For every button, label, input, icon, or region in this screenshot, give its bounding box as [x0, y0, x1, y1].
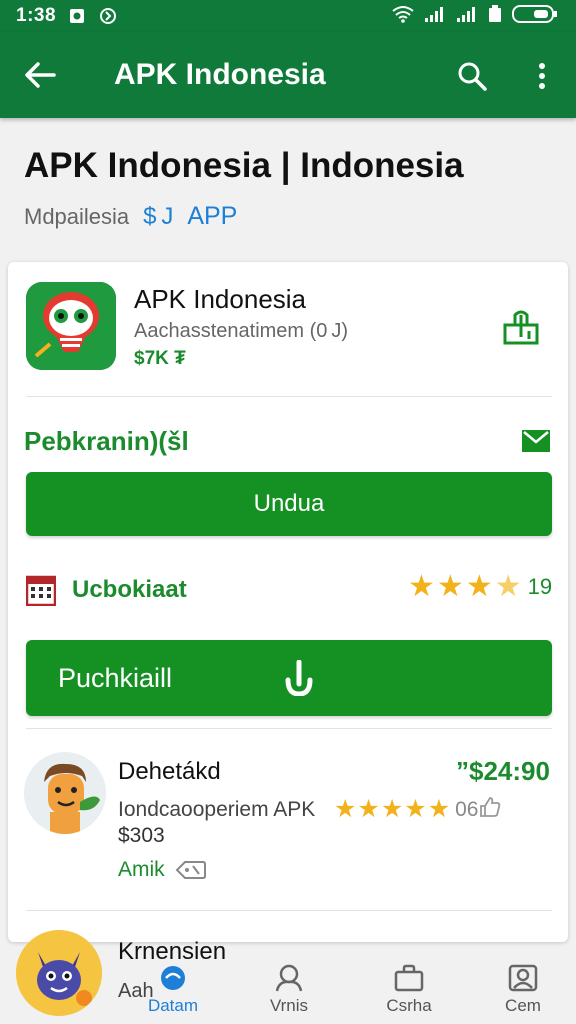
back-button[interactable] [0, 32, 80, 118]
review-stars: ★ ★ ★ ★ ★ 06 [334, 796, 501, 823]
wifi-icon [392, 5, 414, 28]
signal-icon [424, 5, 446, 28]
home-icon [161, 966, 185, 990]
download-button[interactable]: Undua [26, 472, 552, 536]
share-button[interactable] [498, 304, 544, 350]
review-amount: $303 [118, 824, 165, 847]
star-icon: ★ [465, 570, 493, 603]
app-link[interactable]: APP [187, 202, 237, 231]
bag-icon [394, 964, 424, 992]
download-arrow-icon [282, 658, 316, 698]
app-developer: Aachasstenatimem (0 J) [134, 320, 349, 342]
star-half-icon: ★ [494, 570, 522, 603]
nav-label-profile: Cem [505, 996, 541, 1015]
person-icon [275, 964, 303, 992]
thumbs-up-icon[interactable] [479, 796, 501, 823]
star-icon: ★ [436, 570, 464, 603]
status-time: 1:38 [16, 5, 57, 26]
share-icon [503, 310, 539, 345]
battery-icon [512, 4, 558, 29]
star-icon: ★ [380, 795, 404, 823]
signal-icon-2 [456, 5, 478, 28]
review-price: ”$24:90 [456, 756, 550, 786]
app-price: $7K ₮ [134, 348, 186, 369]
message-button[interactable] [518, 426, 554, 456]
star-icon: ★ [408, 570, 435, 603]
profile-icon [508, 964, 538, 992]
star-icon: ★ [427, 795, 451, 823]
search-icon [458, 62, 487, 91]
review-action-label: Amik [118, 858, 165, 881]
page-subtitle-row: Mdpailesia $ J APP [24, 202, 237, 231]
search-button[interactable] [450, 54, 494, 98]
star-icon: ★ [404, 795, 427, 823]
nav-item-person[interactable]: Vrnis [244, 956, 334, 1024]
install-button[interactable]: Puchkiaill [26, 640, 552, 716]
nav-item-bag[interactable]: Csrha [364, 956, 454, 1024]
nav-label-home: Datam [147, 996, 199, 1015]
sim-icon [488, 4, 502, 28]
card-divider [26, 728, 552, 729]
app-bar: APK Indonesia [0, 32, 576, 118]
review-count: 06 [455, 797, 479, 821]
card-divider [26, 910, 552, 911]
status-bar: 1:38 [0, 0, 576, 32]
update-label: Ucbokiaat [72, 576, 187, 603]
app-icon[interactable] [26, 282, 116, 370]
app-logo-icon [26, 282, 116, 370]
nav-label-bag: Csrha [386, 996, 432, 1015]
tag-icon [175, 861, 206, 879]
app-name: APK Indonesia [134, 284, 307, 314]
star-icon: ★ [357, 795, 380, 823]
nav-label-person: Vrnis [269, 996, 309, 1015]
page-title: APK Indonesia | Indonesia [24, 146, 464, 185]
sync-icon [98, 7, 118, 25]
card-divider [26, 396, 552, 397]
nav-item-profile[interactable]: Cem [478, 956, 568, 1024]
app-bar-title: APK Indonesia [114, 58, 326, 91]
install-button-label: Puchkiaill [58, 662, 173, 693]
calendar-icon [25, 574, 57, 607]
notification-icon [68, 7, 86, 25]
app-detail-card: APK Indonesia Aachasstenatimem (0 J) $7K… [8, 262, 568, 942]
more-vert-icon [539, 63, 545, 89]
nav-item-home[interactable]: Datam [128, 956, 218, 1024]
reviewer-avatar[interactable] [24, 752, 106, 834]
section-label: Pebkranin)(šl [24, 426, 189, 456]
bottom-navigation: Datam Vrnis Csrha Cem [0, 956, 576, 1024]
mail-icon [522, 430, 550, 452]
rating-count: 19 [527, 574, 553, 599]
page-subtitle: Mdpailesia [24, 203, 130, 229]
rating-row: ★ ★ ★ ★ 19 [408, 572, 552, 602]
arrow-back-icon [25, 62, 56, 88]
reviewer-name: Dehetákd [118, 758, 221, 785]
price-tag-icon: $ J [143, 202, 174, 230]
star-icon: ★ [334, 795, 357, 823]
review-action[interactable]: Amik [118, 858, 207, 882]
more-options-button[interactable] [522, 54, 562, 98]
avatar-illustration [24, 752, 106, 834]
review-description: Iondcaooperiem APK [118, 798, 316, 821]
